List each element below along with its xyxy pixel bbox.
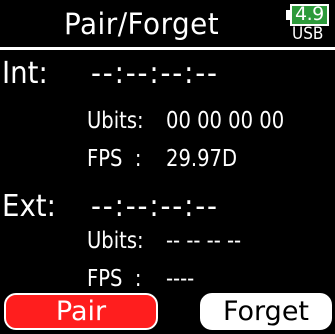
ext-ubits-label: Ubits: [87,228,144,254]
pair-button[interactable]: Pair [4,293,158,330]
int-ubits-value: 00 00 00 00 [166,108,285,134]
header-divider [0,47,335,50]
int-ubits-label: Ubits: [87,108,144,134]
ext-ubits-value: -- -- -- -- [166,228,242,254]
pair-forget-screen: Pair/Forget 4.9 USB Int: --:--:--:-- Ubi… [0,0,335,334]
int-fps-value: 29.97D [166,146,238,172]
pair-button-label: Pair [55,296,107,327]
int-label: Int: [2,56,48,91]
page-title: Pair/Forget [64,7,220,41]
ext-fps-value: ---- [166,266,195,292]
int-timecode: --:--:--:-- [91,56,219,91]
forget-button-label: Forget [222,296,310,327]
forget-button[interactable]: Forget [200,293,332,330]
ext-timecode: --:--:--:-- [91,189,219,224]
int-fps-label: FPS : [87,146,142,172]
power-source-label: USB [292,24,324,44]
ext-label: Ext: [2,189,56,224]
ext-fps-label: FPS : [87,266,142,292]
battery-level: 4.9 [295,3,324,25]
battery-icon: 4.9 [286,4,331,26]
